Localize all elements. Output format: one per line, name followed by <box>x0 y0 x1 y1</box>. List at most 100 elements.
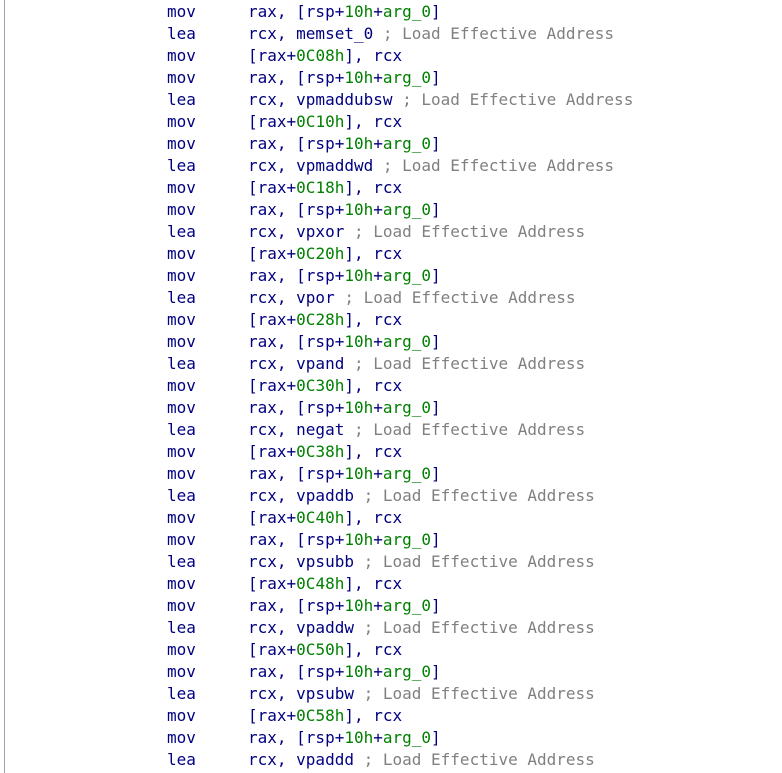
instruction-operands[interactable]: [rax+0C40h], rcx <box>248 507 402 529</box>
operand-text[interactable]: rax, [rsp+ <box>248 728 344 747</box>
instruction-mnemonic[interactable]: lea <box>167 89 196 111</box>
instruction-operands[interactable]: rax, [rsp+10h+arg_0] <box>248 397 441 419</box>
operand-immediate[interactable]: 0C20h <box>296 244 344 263</box>
code-line[interactable]: mov rax, [rsp+10h+arg_0] <box>0 529 782 551</box>
code-line[interactable]: mov rax, [rsp+10h+arg_0] <box>0 133 782 155</box>
instruction-mnemonic[interactable]: mov <box>167 705 196 727</box>
operand-text[interactable]: rax, [rsp+ <box>248 596 344 615</box>
operand-text[interactable]: rcx, vpor <box>248 288 335 307</box>
operand-variable[interactable]: arg_0 <box>383 596 431 615</box>
operand-immediate[interactable]: 10h <box>344 662 373 681</box>
instruction-mnemonic[interactable]: lea <box>167 23 196 45</box>
code-line[interactable]: lea rcx, vpsubw ; Load Effective Address <box>0 683 782 705</box>
code-line[interactable]: lea rcx, memset_0 ; Load Effective Addres… <box>0 23 782 45</box>
instruction-mnemonic[interactable]: lea <box>167 551 196 573</box>
operand-text[interactable]: rcx, vpsubb <box>248 552 354 571</box>
instruction-mnemonic[interactable]: mov <box>167 573 196 595</box>
instruction-mnemonic[interactable]: lea <box>167 617 196 639</box>
instruction-operands[interactable]: rax, [rsp+10h+arg_0] <box>248 595 441 617</box>
code-line[interactable]: mov [rax+0C38h], rcx <box>0 441 782 463</box>
code-line[interactable]: mov [rax+0C50h], rcx <box>0 639 782 661</box>
operand-text[interactable]: rax, [rsp+ <box>248 464 344 483</box>
instruction-mnemonic[interactable]: mov <box>167 441 196 463</box>
instruction-operands[interactable]: rcx, vpsubw ; Load Effective Address <box>248 683 595 705</box>
operand-text[interactable]: ] <box>431 68 441 87</box>
operand-variable[interactable]: arg_0 <box>383 398 431 417</box>
instruction-operands[interactable]: rcx, negat ; Load Effective Address <box>248 419 585 441</box>
operand-text[interactable]: rax, [rsp+ <box>248 2 344 21</box>
code-line[interactable]: mov rax, [rsp+10h+arg_0] <box>0 1 782 23</box>
code-line[interactable]: mov [rax+0C08h], rcx <box>0 45 782 67</box>
instruction-operands[interactable]: rax, [rsp+10h+arg_0] <box>248 1 441 23</box>
operand-text[interactable]: [rax+ <box>248 376 296 395</box>
instruction-mnemonic[interactable]: mov <box>167 661 196 683</box>
operand-text[interactable]: ], rcx <box>344 376 402 395</box>
instruction-operands[interactable]: rax, [rsp+10h+arg_0] <box>248 133 441 155</box>
operand-text[interactable]: rcx, vpand <box>248 354 344 373</box>
operand-immediate[interactable]: 0C28h <box>296 310 344 329</box>
code-line[interactable]: mov [rax+0C28h], rcx <box>0 309 782 331</box>
instruction-mnemonic[interactable]: mov <box>167 243 196 265</box>
operand-text[interactable]: + <box>373 530 383 549</box>
instruction-mnemonic[interactable]: lea <box>167 221 196 243</box>
operand-text[interactable]: ], rcx <box>344 310 402 329</box>
operand-immediate[interactable]: 10h <box>344 134 373 153</box>
instruction-operands[interactable]: rcx, vpxor ; Load Effective Address <box>248 221 585 243</box>
instruction-mnemonic[interactable]: mov <box>167 111 196 133</box>
operand-immediate[interactable]: 10h <box>344 266 373 285</box>
operand-text[interactable]: rcx, vpaddw <box>248 618 354 637</box>
operand-text[interactable]: [rax+ <box>248 112 296 131</box>
operand-text[interactable]: [rax+ <box>248 640 296 659</box>
operand-text[interactable]: rax, [rsp+ <box>248 398 344 417</box>
instruction-operands[interactable]: rcx, vpand ; Load Effective Address <box>248 353 585 375</box>
operand-immediate[interactable]: 10h <box>344 728 373 747</box>
code-line[interactable]: mov rax, [rsp+10h+arg_0] <box>0 727 782 749</box>
operand-immediate[interactable]: 0C40h <box>296 508 344 527</box>
code-line[interactable]: mov [rax+0C48h], rcx <box>0 573 782 595</box>
code-line[interactable]: mov rax, [rsp+10h+arg_0] <box>0 595 782 617</box>
operand-text[interactable]: ] <box>431 398 441 417</box>
operand-variable[interactable]: arg_0 <box>383 266 431 285</box>
instruction-mnemonic[interactable]: lea <box>167 287 196 309</box>
operand-text[interactable]: rax, [rsp+ <box>248 134 344 153</box>
operand-variable[interactable]: arg_0 <box>383 662 431 681</box>
operand-text[interactable]: ] <box>431 134 441 153</box>
instruction-operands[interactable]: [rax+0C20h], rcx <box>248 243 402 265</box>
operand-text[interactable]: [rax+ <box>248 574 296 593</box>
instruction-mnemonic[interactable]: mov <box>167 595 196 617</box>
instruction-mnemonic[interactable]: mov <box>167 133 196 155</box>
operand-immediate[interactable]: 0C30h <box>296 376 344 395</box>
operand-immediate[interactable]: 10h <box>344 2 373 21</box>
operand-text[interactable]: + <box>373 2 383 21</box>
instruction-operands[interactable]: [rax+0C48h], rcx <box>248 573 402 595</box>
instruction-operands[interactable]: [rax+0C10h], rcx <box>248 111 402 133</box>
code-line[interactable]: mov [rax+0C20h], rcx <box>0 243 782 265</box>
operand-immediate[interactable]: 0C58h <box>296 706 344 725</box>
instruction-mnemonic[interactable]: mov <box>167 1 196 23</box>
operand-immediate[interactable]: 10h <box>344 596 373 615</box>
operand-text[interactable]: rax, [rsp+ <box>248 68 344 87</box>
code-line[interactable]: mov rax, [rsp+10h+arg_0] <box>0 331 782 353</box>
code-line[interactable]: lea rcx, vpand ; Load Effective Address <box>0 353 782 375</box>
instruction-operands[interactable]: rax, [rsp+10h+arg_0] <box>248 727 441 749</box>
operand-variable[interactable]: arg_0 <box>383 464 431 483</box>
operand-text[interactable]: rax, [rsp+ <box>248 266 344 285</box>
operand-text[interactable]: ] <box>431 596 441 615</box>
code-line[interactable]: mov [rax+0C10h], rcx <box>0 111 782 133</box>
operand-text[interactable]: + <box>373 134 383 153</box>
instruction-operands[interactable]: rcx, vpmaddwd ; Load Effective Address <box>248 155 614 177</box>
operand-text[interactable]: ], rcx <box>344 112 402 131</box>
instruction-mnemonic[interactable]: mov <box>167 529 196 551</box>
operand-variable[interactable]: arg_0 <box>383 68 431 87</box>
operand-text[interactable]: ], rcx <box>344 178 402 197</box>
operand-text[interactable]: rcx, memset_0 <box>248 24 373 43</box>
code-line[interactable]: mov [rax+0C30h], rcx <box>0 375 782 397</box>
instruction-operands[interactable]: rcx, vpmaddubsw ; Load Effective Address <box>248 89 633 111</box>
instruction-operands[interactable]: rcx, vpaddb ; Load Effective Address <box>248 485 595 507</box>
code-line[interactable]: mov [rax+0C18h], rcx <box>0 177 782 199</box>
instruction-mnemonic[interactable]: mov <box>167 67 196 89</box>
operand-immediate[interactable]: 10h <box>344 530 373 549</box>
operand-immediate[interactable]: 10h <box>344 332 373 351</box>
code-line[interactable]: mov [rax+0C58h], rcx <box>0 705 782 727</box>
instruction-operands[interactable]: rax, [rsp+10h+arg_0] <box>248 661 441 683</box>
